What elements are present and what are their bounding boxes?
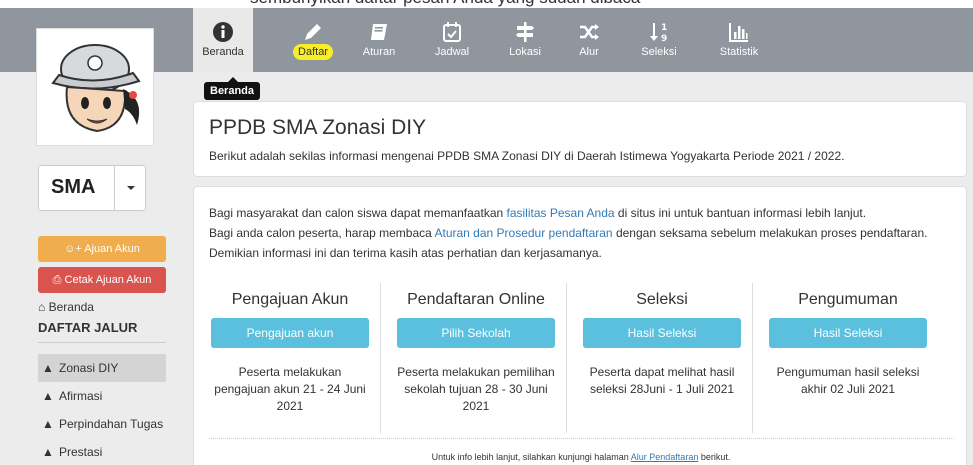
footer-text-a: Untuk info lebih lanjut, silahkan kunjun… <box>431 452 631 462</box>
info-icon <box>193 8 253 44</box>
shuffle-icon <box>559 8 619 44</box>
calendar-icon <box>422 8 482 44</box>
intro-text: Bagi masyarakat dan calon siswa dapat me… <box>209 203 954 263</box>
top-cropped-text: sembunyikan daftar pesan Anda yang sudah… <box>0 0 973 8</box>
jalur-item-afirmasi[interactable]: ▲ Afirmasi <box>38 382 166 410</box>
nav-statistik-label: Statistik <box>719 46 759 58</box>
pencil-icon <box>283 8 343 44</box>
hasil-seleksi-akhir-button[interactable]: Hasil Seleksi <box>769 318 927 348</box>
jalur-label: Afirmasi <box>59 389 103 403</box>
column-divider <box>380 283 381 433</box>
footer-note: Untuk info lebih lanjut, silahkan kunjun… <box>194 452 968 462</box>
cetak-ajuan-label: Cetak Ajuan Akun <box>64 274 152 286</box>
jalur-item-perpindahan[interactable]: ▲ Perpindahan Tugas <box>38 410 166 438</box>
top-text: sembunyikan daftar pesan Anda yang sudah… <box>250 0 640 8</box>
road-icon: ▲ <box>42 417 54 431</box>
column-title: Pengumuman <box>798 291 898 308</box>
bar-chart-icon <box>709 8 769 44</box>
caret-down-icon <box>127 186 135 190</box>
jalur-label: Perpindahan Tugas <box>59 417 164 431</box>
jalur-label: Prestasi <box>59 445 103 459</box>
mascot-logo <box>36 28 154 146</box>
level-dropdown[interactable]: SMA <box>38 165 146 211</box>
nav-jadwal-label: Jadwal <box>434 46 470 58</box>
jalur-item-zonasi[interactable]: ▲ Zonasi DIY <box>38 354 166 382</box>
ajuan-akun-button[interactable]: ☺+ Ajuan Akun <box>38 236 166 262</box>
column-description: Peserta dapat melihat hasil seleksi 28Ju… <box>589 365 735 396</box>
column-description: Peserta melakukan pengajuan akun 21 - 24… <box>214 365 366 413</box>
user-plus-icon: ☺+ <box>64 243 82 255</box>
aturan-prosedur-link[interactable]: Aturan dan Prosedur pendaftaran <box>434 226 612 240</box>
header-panel: PPDB SMA Zonasi DIY Berikut adalah sekil… <box>193 101 967 177</box>
nav-beranda-label: Beranda <box>202 46 244 58</box>
hasil-seleksi-button[interactable]: Hasil Seleksi <box>583 318 741 348</box>
column-title: Pendaftaran Online <box>407 291 545 308</box>
svg-text:9: 9 <box>661 34 667 44</box>
column-divider <box>752 283 753 433</box>
jalur-item-prestasi[interactable]: ▲ Prestasi <box>38 438 166 465</box>
column-description: Pengumuman hasil seleksi akhir 02 Juli 2… <box>776 365 920 396</box>
divider <box>209 438 954 439</box>
nav-jadwal[interactable]: Jadwal <box>422 8 482 72</box>
page-subtitle: Berikut adalah sekilas informasi mengena… <box>209 149 845 163</box>
nav-lokasi-label: Lokasi <box>509 46 541 58</box>
ajuan-akun-label: Ajuan Akun <box>84 243 140 255</box>
intro-p2-a: Bagi anda calon peserta, harap membaca <box>209 226 435 240</box>
nav-alur-label: Alur <box>579 46 599 58</box>
alur-pendaftaran-link[interactable]: Alur Pendaftaran <box>631 452 699 462</box>
cetak-ajuan-akun-button[interactable]: ⎙ Cetak Ajuan Akun <box>38 267 166 293</box>
nav-statistik[interactable]: Statistik <box>709 8 769 72</box>
home-icon: ⌂ <box>38 300 46 314</box>
nav-tooltip: Beranda <box>204 77 261 100</box>
road-icon: ▲ <box>42 389 54 403</box>
level-label: SMA <box>51 176 96 198</box>
sidebar: SMA ☺+ Ajuan Akun ⎙ Cetak Ajuan Akun ⌂ B… <box>0 8 178 465</box>
sidebar-link-beranda[interactable]: ⌂ Beranda <box>38 300 94 314</box>
nav-daftar-label: Daftar <box>293 44 333 60</box>
dropdown-divider <box>114 166 115 210</box>
pilih-sekolah-button[interactable]: Pilih Sekolah <box>397 318 555 348</box>
column-divider <box>566 283 567 433</box>
road-icon: ▲ <box>42 361 54 375</box>
sidebar-beranda-label: Beranda <box>48 300 94 314</box>
jalur-label: Zonasi DIY <box>59 361 119 375</box>
column-pengumuman: Pengumuman Hasil Seleksi Pengumuman hasi… <box>755 283 941 433</box>
column-seleksi: Seleksi Hasil Seleksi Peserta dapat meli… <box>569 283 755 433</box>
print-icon: ⎙ <box>52 274 62 286</box>
column-title: Seleksi <box>636 291 688 308</box>
book-icon <box>349 8 409 44</box>
column-title: Pengajuan Akun <box>231 291 349 308</box>
nav-daftar[interactable]: Daftar <box>283 8 343 72</box>
svg-text:1: 1 <box>661 23 667 33</box>
nav-beranda[interactable]: Beranda <box>193 8 253 72</box>
daftar-jalur-title: DAFTAR JALUR <box>38 320 138 335</box>
column-pengajuan-akun: Pengajuan Akun Pengajuan akun Peserta me… <box>197 283 383 433</box>
nav-seleksi-label: Seleksi <box>641 46 677 58</box>
intro-p1-a: Bagi masyarakat dan calon siswa dapat me… <box>209 206 507 220</box>
nav-aturan[interactable]: Aturan <box>349 8 409 72</box>
column-pendaftaran-online: Pendaftaran Online Pilih Sekolah Peserta… <box>383 283 569 433</box>
intro-p1-b: di situs ini untuk bantuan informasi leb… <box>614 206 867 220</box>
pengajuan-akun-button[interactable]: Pengajuan akun <box>211 318 369 348</box>
divider <box>38 342 166 343</box>
nav-lokasi[interactable]: Lokasi <box>495 8 555 72</box>
signpost-icon <box>495 8 555 44</box>
road-icon: ▲ <box>42 445 54 459</box>
pesan-anda-link[interactable]: fasilitas Pesan Anda <box>507 206 615 220</box>
info-panel: Bagi masyarakat dan calon siswa dapat me… <box>193 186 967 465</box>
nav-alur[interactable]: Alur <box>559 8 619 72</box>
page-title: PPDB SMA Zonasi DIY <box>209 116 427 139</box>
nav-aturan-label: Aturan <box>362 46 396 58</box>
footer-text-b: berikut. <box>698 452 731 462</box>
sort-numeric-icon: 19 <box>629 8 689 44</box>
nav-seleksi[interactable]: 19 Seleksi <box>629 8 689 72</box>
column-description: Peserta melakukan pemilihan sekolah tuju… <box>397 365 555 413</box>
